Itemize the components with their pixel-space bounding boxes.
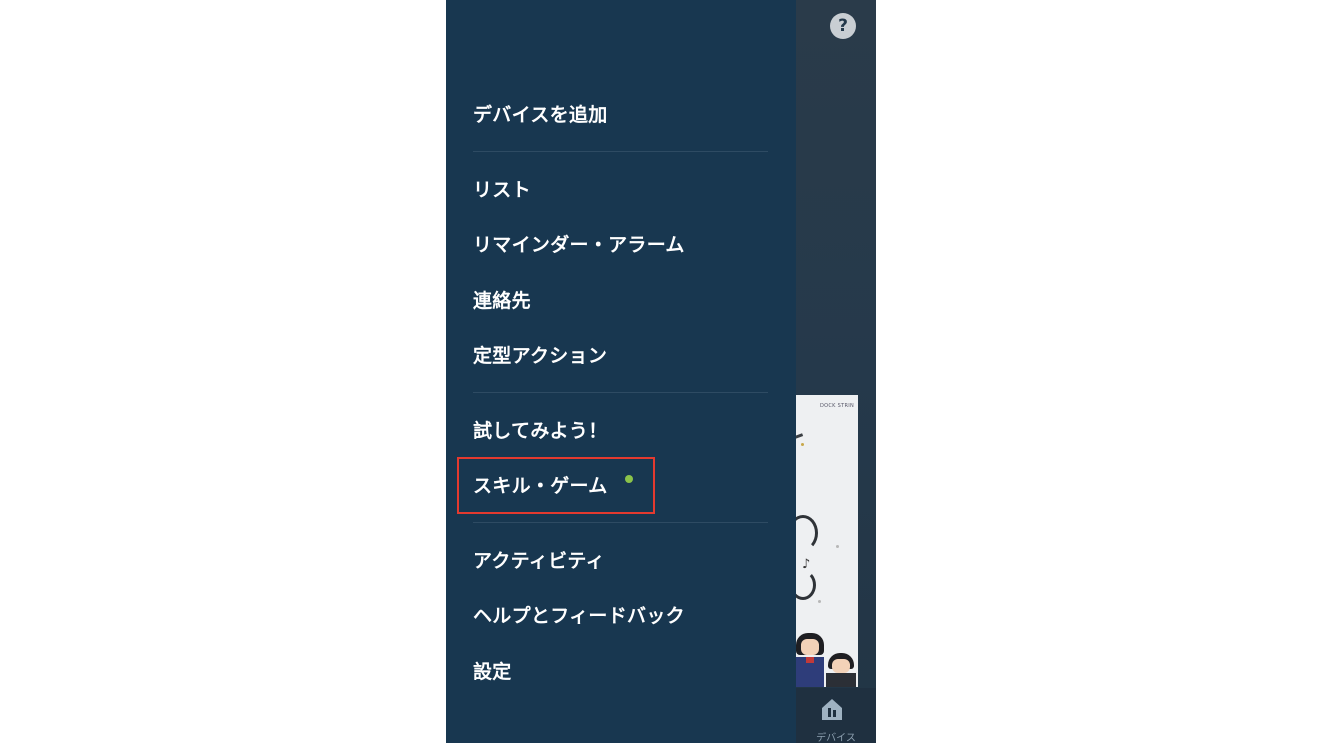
promo-card[interactable]: DOCK STRIN ♪ [796, 395, 858, 687]
menu-item-lists[interactable]: リスト [473, 175, 531, 202]
promo-illustration-stroke [796, 515, 818, 551]
promo-illustration-stroke [796, 570, 816, 600]
navigation-drawer: デバイスを追加 リスト リマインダー・アラーム 連絡先 定型アクション 試してみ… [446, 0, 796, 743]
menu-item-things-to-try[interactable]: 試してみよう！ [473, 416, 608, 443]
nav-devices-label[interactable]: デバイス [796, 729, 876, 743]
sparkle [801, 443, 804, 446]
menu-divider [473, 522, 768, 523]
help-icon[interactable]: ? [830, 13, 856, 39]
menu-divider [473, 392, 768, 393]
promo-brand: DOCK STRIN [820, 403, 855, 409]
menu-item-help-feedback[interactable]: ヘルプとフィードバック [473, 601, 685, 628]
menu-item-contacts[interactable]: 連絡先 [473, 286, 531, 313]
menu-item-routines[interactable]: 定型アクション [473, 341, 607, 368]
bottom-nav: デバイス [796, 688, 876, 743]
character-illustration [826, 653, 856, 687]
phone-screen: ? DOCK STRIN ♪ デバイス デバイスを追加 リスト リマインダー・ア… [446, 0, 876, 743]
character-illustration [796, 633, 824, 687]
home-devices-icon[interactable] [819, 696, 845, 722]
menu-item-settings[interactable]: 設定 [473, 657, 512, 684]
menu-item-reminders-alarms[interactable]: リマインダー・アラーム [473, 230, 685, 257]
highlight-box [457, 457, 655, 514]
sparkle [818, 600, 821, 603]
menu-item-activity[interactable]: アクティビティ [473, 546, 605, 573]
menu-item-add-device[interactable]: デバイスを追加 [473, 100, 608, 127]
sparkle [836, 545, 839, 548]
music-note-icon: ♪ [802, 557, 811, 572]
menu-divider [473, 151, 768, 152]
